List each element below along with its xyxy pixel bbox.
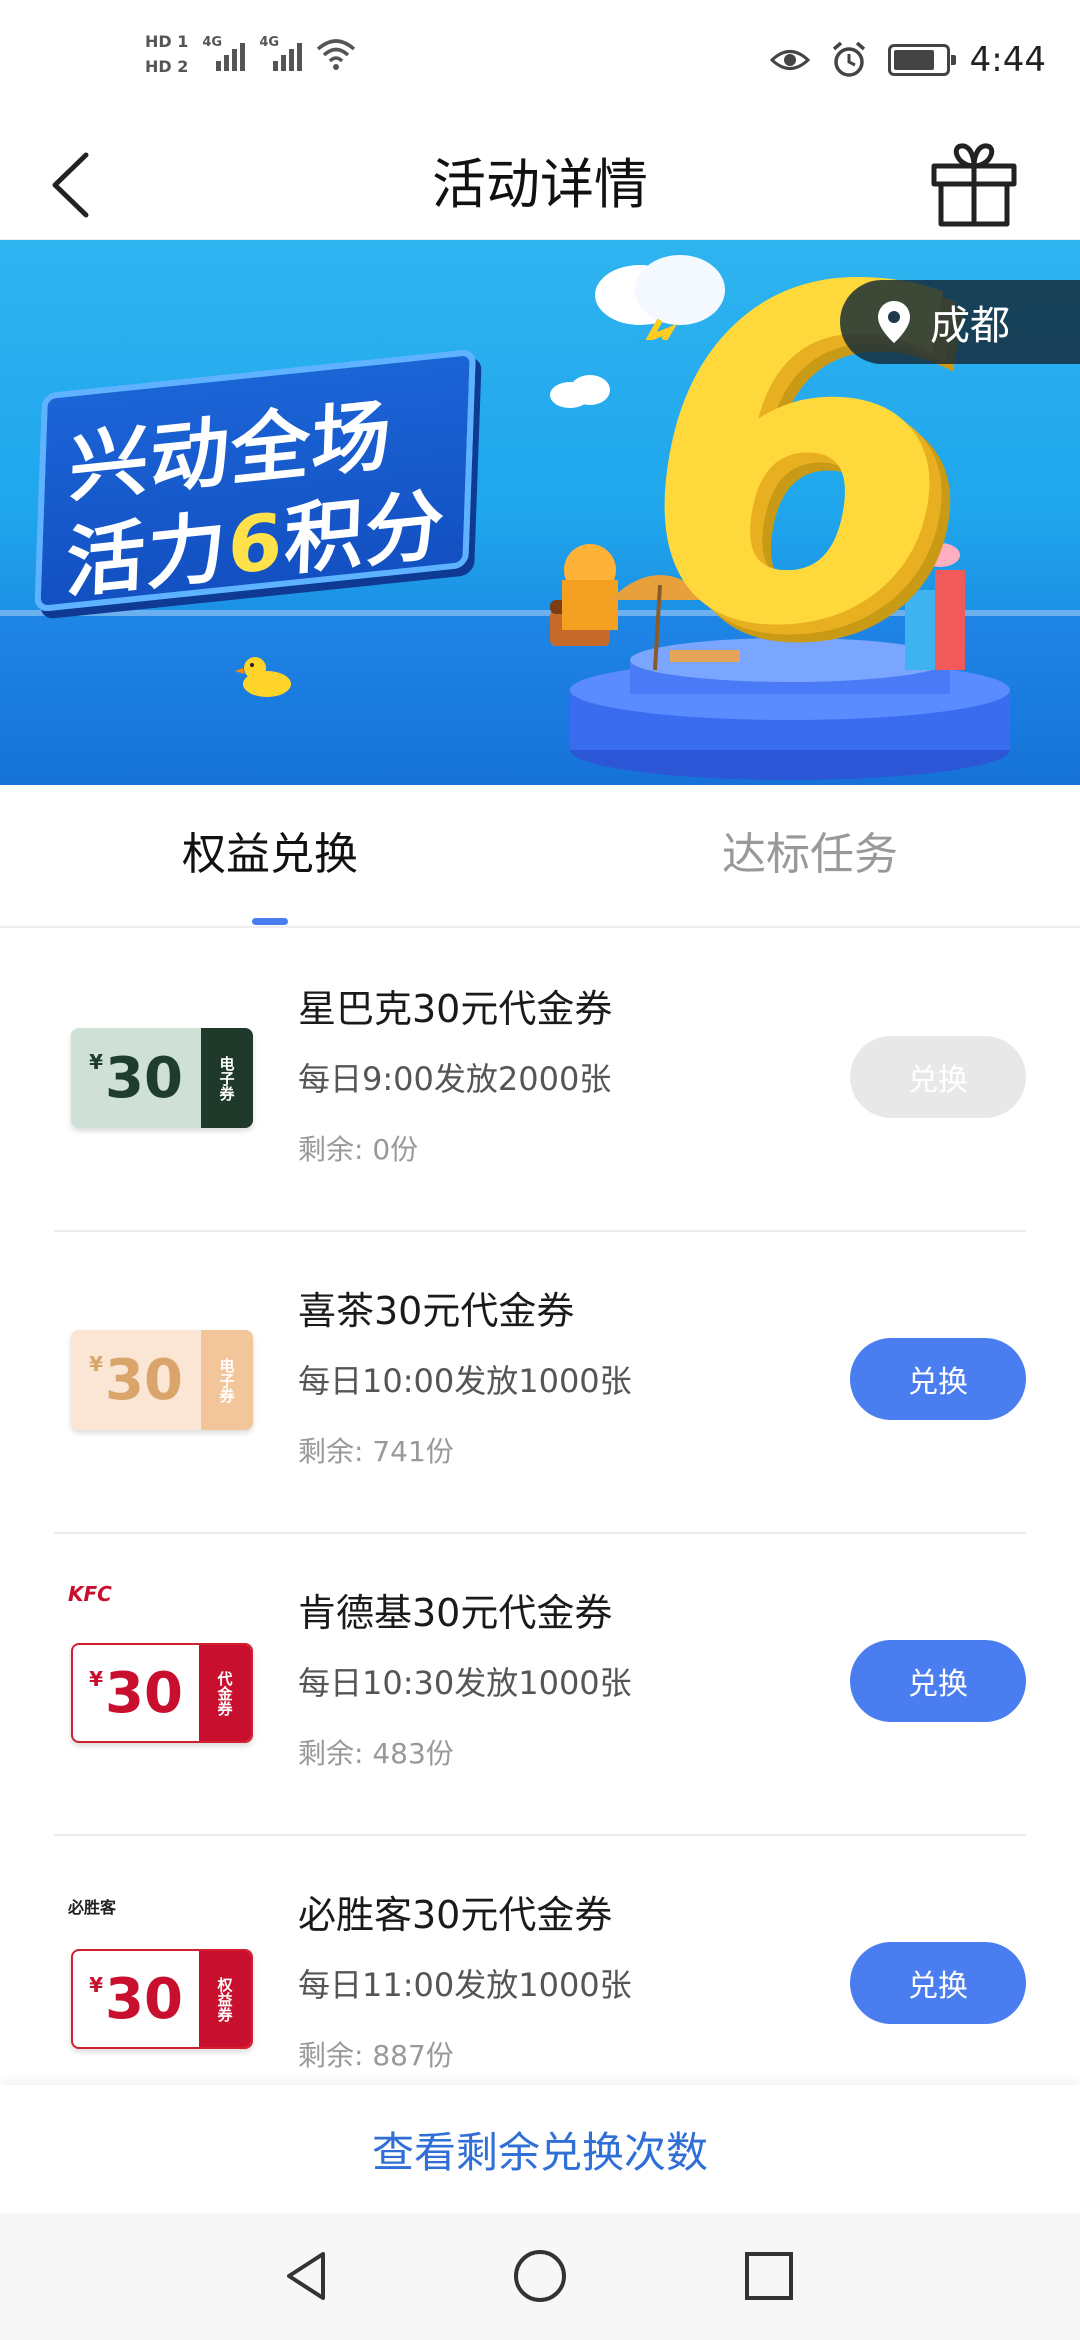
gift-icon [931,143,1017,227]
coupon-amount: 30 [104,1045,183,1111]
coupon-side-label: 电子券 [201,1028,253,1128]
signal-1-icon: 4G [202,35,246,71]
item-remaining: 剩余: 0份 [298,1133,419,1166]
redeem-button[interactable]: 兑换 [850,1036,1026,1118]
alarm-icon [832,41,865,77]
coupon-image: ¥30 电子券 [71,1028,253,1128]
slogan-part-a: 活力 [64,503,230,610]
tab-tasks[interactable]: 达标任务 [540,785,1080,925]
sim1-indicator: HD 1 [145,32,189,51]
redeem-button[interactable]: 兑换 [850,1640,1026,1722]
coupon-amount: 30 [104,1660,183,1726]
coupon-side-label: 代金券 [199,1645,251,1741]
item-title: 必胜客30元代金券 [298,1893,613,1937]
top-app-bar: 活动详情 [0,130,1080,240]
network-2-label: 4G [259,35,280,50]
item-remaining: 剩余: 887份 [298,2039,454,2072]
promo-banner[interactable]: 兴动全场 活力6积分 6 成都 [0,240,1080,785]
gift-button[interactable] [926,136,1022,232]
kfc-logo: KFC [68,1582,112,1606]
slogan-part-b: 积分 [282,480,448,587]
reward-list: ¥30 电子券 星巴克30元代金券 每日9:00发放2000张 剩余: 0份 兑… [0,928,1080,2136]
status-bar: HD 1 HD 2 4G 4G 4:44 [0,0,1080,130]
location-badge[interactable]: 成都 [840,280,1080,364]
coupon-side-label: 电子券 [201,1330,253,1430]
coupon-currency: ¥ [89,1973,103,1997]
duck-icon [235,657,291,697]
status-left: HD 1 HD 2 4G 4G [145,32,356,76]
tab-redeem[interactable]: 权益兑换 [0,785,540,925]
slogan-number: 6 [226,497,287,593]
item-schedule: 每日9:00发放2000张 [298,1060,612,1098]
pizzahut-logo: 必胜客 [68,1898,117,1917]
item-title: 喜茶30元代金券 [298,1289,575,1333]
coupon-thumbnail: KFC ¥30 代金券 [54,1574,270,1790]
coupon-amount: 30 [104,1966,183,2032]
small-cloud-icon [550,375,610,408]
nav-home-button[interactable] [505,2241,575,2311]
status-right: 4:44 [769,40,1046,80]
coupon-thumbnail: 必胜客 ¥30 权益券 [54,1876,270,2092]
nav-back-icon [287,2252,325,2300]
nav-recents-icon [745,2252,793,2300]
coupon-currency: ¥ [89,1667,103,1691]
coupon-currency: ¥ [89,1050,103,1074]
coupon-image: ¥30 电子券 [71,1330,253,1430]
list-item: ¥30 电子券 星巴克30元代金券 每日9:00发放2000张 剩余: 0份 兑… [0,928,1080,1230]
tab-bar: 权益兑换 达标任务 [0,785,1080,928]
item-remaining: 剩余: 741份 [298,1435,454,1468]
location-label: 成都 [930,303,1010,349]
coupon-image: ¥30 代金券 [71,1643,253,1743]
banner-slogan: 兴动全场 活力6积分 [34,348,486,623]
coupon-amount: 30 [104,1347,183,1413]
nav-recents-button[interactable] [734,2241,804,2311]
signal-2-icon: 4G [259,35,303,71]
list-item: ¥30 电子券 喜茶30元代金券 每日10:00发放1000张 剩余: 741份… [0,1230,1080,1532]
item-title: 肯德基30元代金券 [298,1591,613,1635]
coupon-currency: ¥ [89,1352,103,1376]
coupon-thumbnail: ¥30 电子券 [54,970,270,1186]
nav-home-icon [514,2250,566,2302]
redeem-button[interactable]: 兑换 [850,1942,1026,2024]
coupon-side-label: 权益券 [199,1951,251,2047]
redeem-button[interactable]: 兑换 [850,1338,1026,1420]
location-pin-icon [878,301,910,343]
coupon-image: ¥30 权益券 [71,1949,253,2049]
network-1-label: 4G [202,35,223,50]
tab-indicator [252,918,288,925]
nav-back-button[interactable] [272,2241,342,2311]
page-title: 活动详情 [432,153,648,216]
item-schedule: 每日10:00发放1000张 [298,1362,632,1400]
coupon-thumbnail: ¥30 电子券 [54,1272,270,1488]
eye-icon [769,50,810,70]
footer-bar: 查看剩余兑换次数 [0,2085,1080,2213]
item-remaining: 剩余: 483份 [298,1737,454,1770]
list-item: KFC ¥30 代金券 肯德基30元代金券 每日10:30发放1000张 剩余:… [0,1532,1080,1834]
system-nav-bar [0,2213,1080,2340]
remaining-count-link[interactable]: 查看剩余兑换次数 [372,2119,708,2180]
battery-icon [887,44,956,76]
wifi-icon [317,39,356,70]
clock: 4:44 [969,40,1046,80]
item-schedule: 每日11:00发放1000张 [298,1966,632,2004]
item-title: 星巴克30元代金券 [298,987,613,1031]
sim2-indicator: HD 2 [145,57,189,76]
item-schedule: 每日10:30发放1000张 [298,1664,632,1702]
sim-indicators: HD 1 HD 2 [145,32,188,76]
